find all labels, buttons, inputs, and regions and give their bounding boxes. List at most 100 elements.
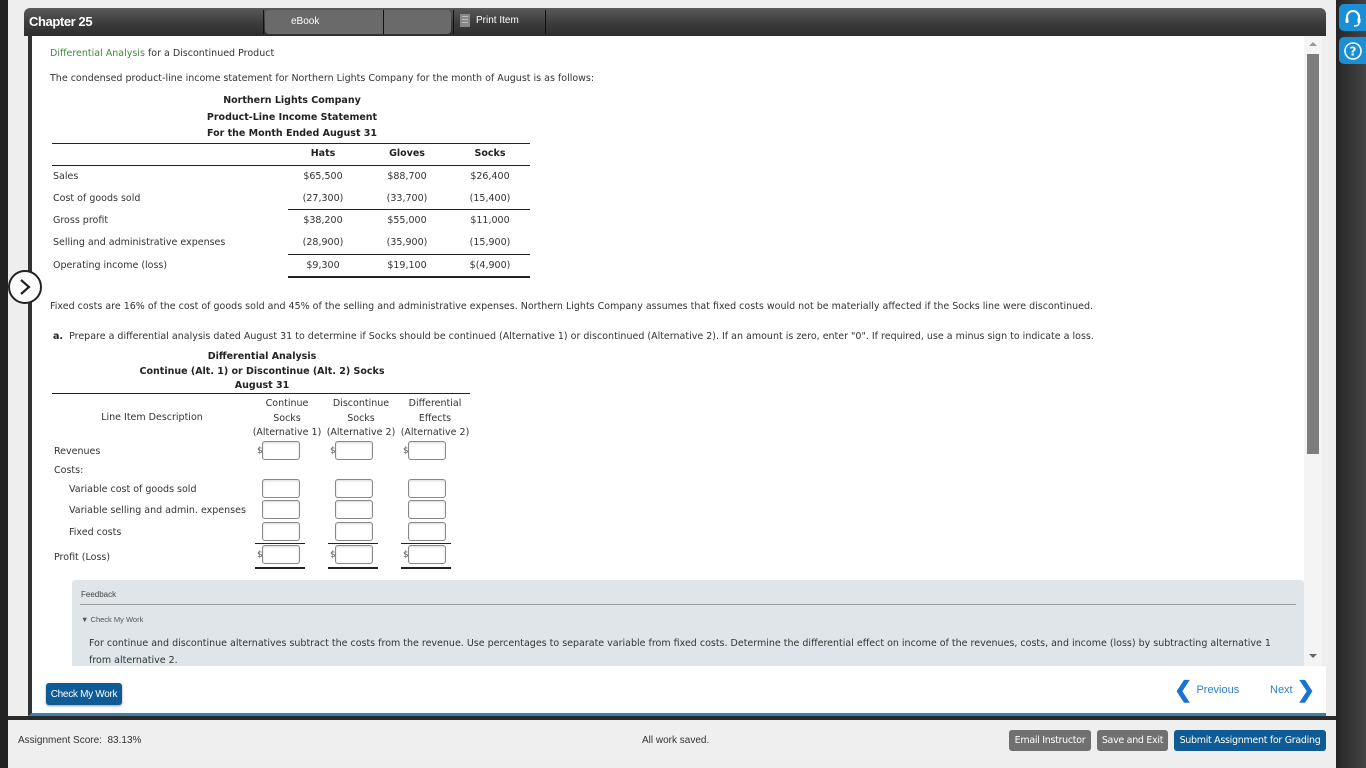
subtotal-rule bbox=[328, 543, 378, 544]
total-rule bbox=[255, 567, 305, 569]
revenues-continue-input[interactable] bbox=[262, 441, 300, 460]
row-label: Operating income (loss) bbox=[53, 260, 168, 271]
cell: $88,700 bbox=[387, 171, 427, 182]
statement-title-period: For the Month Ended August 31 bbox=[206, 128, 378, 139]
col-header-differential: Differential Effects (Alternative 2) bbox=[398, 397, 472, 441]
question-content: Differential Analysis for a Discontinued… bbox=[28, 36, 1322, 666]
question-topic: Differential Analysis for a Discontinued… bbox=[50, 48, 274, 59]
check-my-work-toggle[interactable]: ▼ Check My Work bbox=[81, 615, 143, 624]
var-cogs-differential-input[interactable] bbox=[408, 479, 446, 498]
header-divider bbox=[453, 10, 454, 34]
scroll-up-icon[interactable] bbox=[1309, 42, 1317, 46]
print-item-label: Print Item bbox=[476, 15, 519, 26]
col-header-continue: Continue Socks (Alternative 1) bbox=[250, 397, 324, 441]
var-cogs-continue-input[interactable] bbox=[262, 479, 300, 498]
cell: $9,300 bbox=[306, 260, 340, 271]
profit-label: Profit (Loss) bbox=[54, 552, 111, 563]
header-line: Socks bbox=[273, 412, 301, 424]
col-header-discontinue: Discontinue Socks (Alternative 2) bbox=[324, 397, 398, 441]
next-button[interactable]: Next ❯ bbox=[1270, 677, 1316, 702]
revenues-label: Revenues bbox=[54, 446, 101, 457]
help-button[interactable]: ? bbox=[1339, 37, 1366, 64]
email-instructor-button[interactable]: Email Instructor bbox=[1009, 730, 1091, 751]
score-label: Assignment Score: bbox=[18, 735, 102, 746]
var-sga-label: Variable selling and admin. expenses bbox=[69, 505, 246, 516]
fixed-differential-input[interactable] bbox=[408, 522, 446, 541]
fixed-costs-text: Fixed costs are 16% of the cost of goods… bbox=[50, 301, 1094, 312]
next-label: Next bbox=[1270, 684, 1293, 696]
fixed-discontinue-input[interactable] bbox=[335, 522, 373, 541]
line-item-header: Line Item Description bbox=[101, 412, 203, 423]
profit-differential-input[interactable] bbox=[408, 545, 446, 564]
revenues-discontinue-input[interactable] bbox=[335, 441, 373, 460]
cell: (33,700) bbox=[386, 193, 428, 204]
cell: (27,300) bbox=[302, 193, 344, 204]
row-label: Sales bbox=[53, 171, 79, 182]
header-line: (Alternative 2) bbox=[400, 427, 470, 438]
analysis-title: Differential Analysis bbox=[207, 351, 317, 362]
header-divider bbox=[263, 10, 264, 34]
submit-assignment-button[interactable]: Submit Assignment for Grading bbox=[1174, 730, 1326, 751]
var-sga-discontinue-input[interactable] bbox=[335, 500, 373, 519]
chevron-right-icon: ❯ bbox=[1296, 677, 1316, 702]
save-and-exit-button[interactable]: Save and Exit bbox=[1097, 730, 1168, 751]
subtotal-rule bbox=[401, 543, 451, 544]
print-item-button[interactable]: Print Item bbox=[460, 14, 519, 27]
header-line: Discontinue bbox=[332, 398, 390, 409]
cell: $(4,900) bbox=[469, 260, 511, 271]
topic-link[interactable]: Differential Analysis bbox=[50, 48, 145, 59]
profit-discontinue-input[interactable] bbox=[335, 545, 373, 564]
fixed-continue-input[interactable] bbox=[262, 522, 300, 541]
col-header-hats: Hats bbox=[310, 148, 336, 159]
toggle-label: Check My Work bbox=[90, 615, 144, 624]
assignment-header: Chapter 25 eBook Print Item bbox=[24, 8, 1326, 36]
cell: (15,400) bbox=[469, 193, 511, 204]
row-label: Selling and administrative expenses bbox=[53, 237, 226, 248]
question-footer: Check My Work ❮ Previous Next ❯ bbox=[28, 666, 1326, 716]
analysis-rule bbox=[52, 393, 470, 394]
intro-text: The condensed product-line income statem… bbox=[50, 73, 595, 84]
header-line: (Alternative 1) bbox=[252, 427, 322, 438]
profit-continue-input[interactable] bbox=[262, 545, 300, 564]
previous-button[interactable]: ❮ Previous bbox=[1174, 679, 1240, 701]
scroll-thumb[interactable] bbox=[1307, 54, 1319, 454]
header-line: Socks bbox=[347, 412, 375, 424]
revenues-differential-input[interactable] bbox=[408, 441, 446, 460]
header-line: (Alternative 2) bbox=[326, 427, 396, 438]
cell: $55,000 bbox=[387, 215, 427, 226]
col-header-gloves: Gloves bbox=[389, 148, 425, 159]
statement-rule bbox=[52, 165, 530, 166]
part-a-text: Prepare a differential analysis dated Au… bbox=[69, 331, 1094, 342]
topic-rest: for a Discontinued Product bbox=[144, 48, 275, 59]
cell: $19,100 bbox=[387, 260, 427, 271]
var-sga-continue-input[interactable] bbox=[262, 500, 300, 519]
statement-title-company: Northern Lights Company bbox=[223, 95, 361, 106]
statement-title-type: Product-Line Income Statement bbox=[206, 112, 378, 123]
previous-label: Previous bbox=[1196, 684, 1240, 696]
content-scrollbar[interactable] bbox=[1304, 36, 1322, 666]
var-sga-differential-input[interactable] bbox=[408, 500, 446, 519]
analysis-subtitle: Continue (Alt. 1) or Discontinue (Alt. 2… bbox=[139, 366, 385, 377]
triangle-down-icon: ▼ bbox=[81, 615, 89, 624]
header-line: Continue bbox=[265, 398, 309, 409]
tab-ebook-label: eBook bbox=[291, 16, 320, 27]
support-button[interactable] bbox=[1339, 4, 1366, 31]
score-value: 83.13% bbox=[107, 735, 142, 746]
costs-label: Costs: bbox=[54, 465, 84, 476]
cell: $26,400 bbox=[470, 171, 510, 182]
subtotal-rule bbox=[288, 254, 530, 255]
cell: $38,200 bbox=[303, 215, 343, 226]
col-header-socks: Socks bbox=[474, 148, 506, 159]
chapter-title: Chapter 25 bbox=[29, 14, 93, 29]
tab-ebook[interactable]: eBook bbox=[265, 10, 451, 34]
total-rule bbox=[401, 567, 451, 569]
cell: $65,500 bbox=[303, 171, 343, 182]
expand-nav-button[interactable] bbox=[8, 270, 42, 304]
statement-rule bbox=[52, 143, 530, 144]
right-rail bbox=[1336, 0, 1366, 768]
chevron-right-icon bbox=[20, 279, 31, 295]
check-my-work-button[interactable]: Check My Work bbox=[46, 683, 122, 705]
scroll-down-icon[interactable] bbox=[1309, 654, 1317, 658]
tab-divider bbox=[383, 10, 384, 34]
var-cogs-discontinue-input[interactable] bbox=[335, 479, 373, 498]
